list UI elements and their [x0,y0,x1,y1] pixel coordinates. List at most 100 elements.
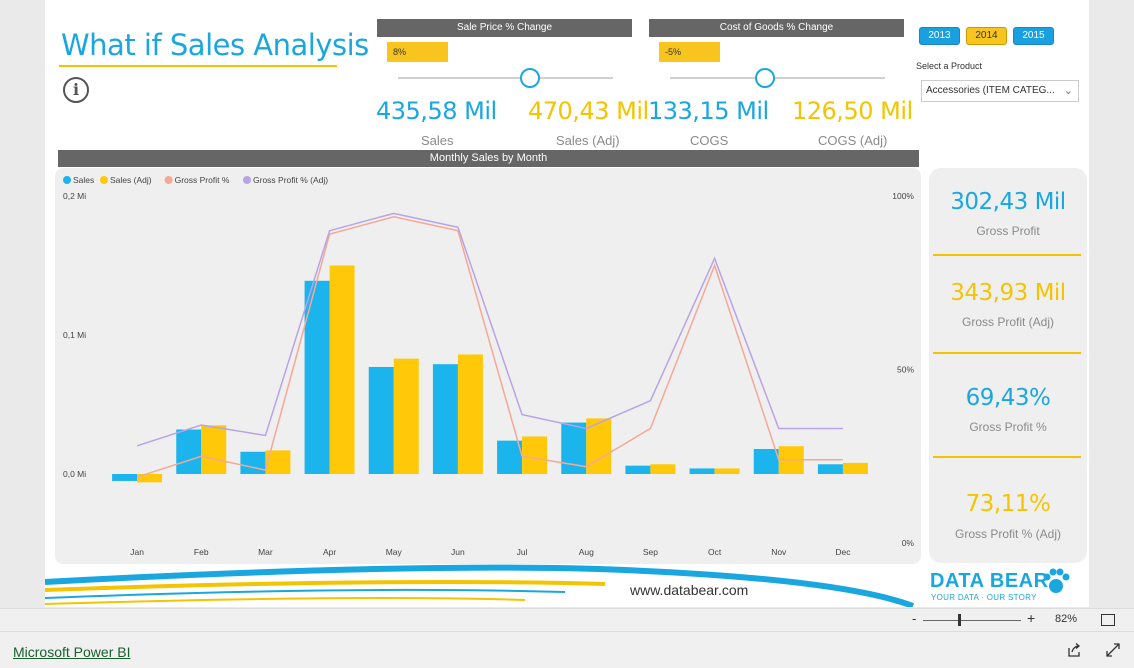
monthly-sales-chart[interactable]: Sales Sales (Adj) Gross Profit % Gross Prof… [55,168,921,564]
x-axis-tick: Sep [643,547,658,557]
zoom-in-button[interactable]: + [1027,610,1035,626]
cogs-value-input[interactable]: -5% [659,42,720,62]
bar-sales-nov [753,448,779,474]
zoom-slider-handle[interactable] [958,614,962,626]
product-dropdown-value: Accessories (ITEM CATEG... [926,85,1055,96]
gross-profit-pct-adj-value: 73,11% [965,491,1051,517]
kpi-panel: 302,43 Mil Gross Profit 343,93 Mil Gross… [929,168,1087,563]
cogs-slider-track[interactable] [670,77,885,79]
cogs-card-value: 133,15 Mil [648,97,769,125]
chart-svg: Sales Sales (Adj) Gross Profit % Gross Prof… [63,175,915,557]
bar-sales-feb [176,429,202,474]
zoom-level: 82% [1055,613,1078,625]
legend-label: Gross Profit % [175,175,230,185]
report-canvas: What if Sales Analysis i Sale Price % Ch… [45,0,1089,607]
website-url[interactable]: www.databear.com [630,582,748,598]
legend-marker [100,176,108,184]
gross-profit-pct-value: 69,43% [965,385,1051,411]
gross-profit-pct-adj-label: Gross Profit % (Adj) [954,527,1062,541]
bar-sales-sep [625,465,651,474]
x-axis-tick: Nov [771,547,787,557]
cogs-adj-card-value: 126,50 Mil [792,97,913,125]
x-axis-tick: Aug [579,547,594,557]
line-gross-profit- [136,216,843,478]
x-axis-tick: Apr [323,547,336,557]
app-footer: Microsoft Power BI [0,631,1134,668]
right-axis-tick: 50% [897,365,914,375]
legend-label: Gross Profit % (Adj) [253,175,328,185]
right-axis-tick: 0% [902,538,915,548]
report-title: What if Sales Analysis [61,28,369,62]
sale-price-slider-handle[interactable] [520,68,540,88]
cogs-slider-handle[interactable] [755,68,775,88]
chevron-down-icon: ⌄ [1063,85,1073,97]
cogs-card-label: COGS [690,133,729,148]
product-dropdown[interactable]: Accessories (ITEM CATEG... ⌄ [921,80,1079,102]
legend-marker [63,176,71,184]
bar-sales-adj--may [393,358,419,474]
sale-price-slider-track[interactable] [398,77,613,79]
bar-sales-may [368,366,394,474]
bar-sales-adj--dec [842,462,868,474]
x-axis-tick: Jul [517,547,528,557]
sales-adj-card-label: Sales (Adj) [556,133,620,148]
data-bear-logo: DATA BEAR [930,570,1049,592]
legend-label: Sales (Adj) [110,175,152,185]
bar-sales-jun [432,364,458,474]
bar-sales-adj--sep [650,464,676,474]
fit-to-page-icon[interactable] [1101,614,1115,626]
share-icon[interactable] [1066,642,1082,658]
x-axis-tick: May [386,547,403,557]
sale-price-slicer-header: Sale Price % Change [377,19,632,37]
cogs-adj-card-label: COGS (Adj) [818,133,888,148]
gross-profit-adj-label: Gross Profit (Adj) [961,315,1054,329]
bar-sales-adj--jun [457,354,483,474]
sale-price-value-input[interactable]: 8% [387,42,448,62]
bar-sales-oct [689,468,715,474]
bar-sales-adj--oct [714,468,740,474]
legend-marker [243,176,251,184]
cogs-slicer-header: Cost of Goods % Change [649,19,904,37]
x-axis-tick: Jan [130,547,144,557]
legend-marker [164,176,173,184]
zoom-bar: - + 82% [0,608,1134,631]
bar-sales-adj--jul [522,436,548,474]
product-select-label: Select a Product [916,61,983,71]
legend-label: Sales [73,175,94,185]
x-axis-tick: Feb [194,547,209,557]
year-button-2015[interactable]: 2015 [1013,27,1054,45]
bar-sales-adj--feb [201,425,227,474]
gross-profit-adj-value: 343,93 Mil [950,280,1066,306]
gross-profit-value: 302,43 Mil [950,189,1066,215]
left-axis-tick: 0,1 Mi [63,330,86,340]
line-gross-profit-adj- [136,212,843,447]
sales-card-value: 435,58 Mil [376,97,497,125]
gross-profit-label: Gross Profit [976,224,1040,238]
year-button-2014[interactable]: 2014 [966,27,1007,45]
kpi-divider [933,352,1081,354]
data-bear-tagline: YOUR DATA · OUR STORY [931,593,1037,602]
bear-paw-icon [1043,568,1070,593]
chart-header: Monthly Sales by Month [58,150,919,167]
zoom-out-button[interactable]: - [912,611,916,626]
x-axis-tick: Dec [835,547,851,557]
left-axis-tick: 0,0 Mi [63,469,86,479]
year-button-2013[interactable]: 2013 [919,27,960,45]
bar-sales-adj--apr [329,265,355,474]
fullscreen-icon[interactable] [1105,642,1121,658]
power-bi-link[interactable]: Microsoft Power BI [13,644,130,660]
left-axis-tick: 0,2 Mi [63,191,86,201]
zoom-slider-track[interactable] [923,620,1021,621]
bar-sales-jan [112,474,138,481]
kpi-divider [933,254,1081,256]
gross-profit-pct-label: Gross Profit % [969,420,1047,434]
title-underline [59,65,337,67]
page-margin [0,0,45,607]
x-axis-tick: Mar [258,547,273,557]
sales-adj-card-value: 470,43 Mil [528,97,649,125]
bar-sales-mar [240,451,266,474]
bar-sales-dec [817,464,843,474]
info-icon[interactable]: i [63,77,89,103]
x-axis-tick: Jun [451,547,465,557]
footer-swoosh [45,564,915,607]
